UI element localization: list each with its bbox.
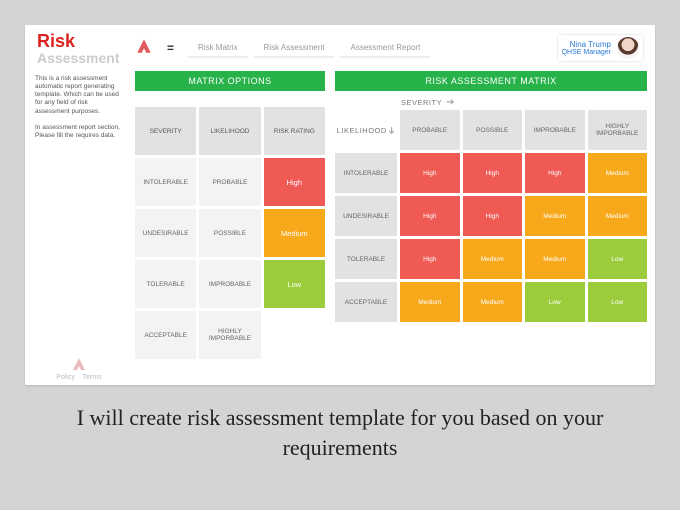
opt-hdr-likelihood: LIKELIHOOD <box>199 107 260 155</box>
gig-caption: I will create risk assessment template f… <box>25 403 655 462</box>
user-role: QHSE Manager <box>562 49 611 56</box>
opt-sev-0: INTOLERABLE <box>135 158 196 206</box>
tab-assessment-report[interactable]: Assessment Report <box>340 39 430 58</box>
user-name: Nina Trump <box>562 40 611 49</box>
user-box[interactable]: Nina Trump QHSE Manager <box>558 35 643 61</box>
opt-rating-2: Low <box>264 260 325 308</box>
matrix-grid: LIKELIHOOD ➔ PROBABLE POSSIBLE IMPROBABL… <box>335 110 647 322</box>
mat-3-3: Low <box>588 282 648 322</box>
mat-2-2: Medium <box>525 239 585 279</box>
left-sidebar: This is a risk assessment automatic repo… <box>33 71 125 385</box>
mat-1-3: Medium <box>588 196 648 236</box>
sidebar-footer: Policy Terms <box>35 356 123 381</box>
opt-lik-3: HIGHLY IMPORBABLE <box>199 311 260 359</box>
mat-col-1: POSSIBLE <box>463 110 523 150</box>
mat-3-2: Low <box>525 282 585 322</box>
severity-axis-label: SEVERITY <box>401 98 442 107</box>
arrow-right-icon: ➔ <box>446 97 454 108</box>
opt-lik-1: POSSIBLE <box>199 209 260 257</box>
opt-lik-0: PROBABLE <box>199 158 260 206</box>
footer-link-policy[interactable]: Policy <box>56 374 75 381</box>
arrow-down-icon: ➔ <box>386 126 397 134</box>
body: This is a risk assessment automatic repo… <box>33 71 647 385</box>
user-text: Nina Trump QHSE Manager <box>562 40 611 56</box>
likelihood-axis-label: LIKELIHOOD <box>337 126 387 135</box>
app-card: Risk Assessment = Risk Matrix Risk Asses… <box>25 25 655 385</box>
mat-3-1: Medium <box>463 282 523 322</box>
opt-sev-3: ACCEPTABLE <box>135 311 196 359</box>
brand-text: Risk Assessment <box>37 31 129 66</box>
opt-rating-1: Medium <box>264 209 325 257</box>
opt-lik-2: IMPROBABLE <box>199 260 260 308</box>
mat-0-3: Medium <box>588 153 648 193</box>
opt-sev-2: TOLERABLE <box>135 260 196 308</box>
matrix-corner: LIKELIHOOD ➔ <box>335 110 397 150</box>
risk-matrix-panel: RISK ASSESSMENT MATRIX SEVERITY ➔ LIKELI… <box>335 71 647 385</box>
severity-axis: SEVERITY ➔ <box>335 97 647 108</box>
mat-3-0: Medium <box>400 282 460 322</box>
mat-0-1: High <box>463 153 523 193</box>
mat-1-2: Medium <box>525 196 585 236</box>
brand-line-2: Assessment <box>37 50 129 66</box>
opt-sev-1: UNDESIRABLE <box>135 209 196 257</box>
mat-1-1: High <box>463 196 523 236</box>
mat-col-3: HIGHLY IMPORBABLE <box>588 110 648 150</box>
brand-icon <box>135 37 153 60</box>
opt-hdr-rating: RISK RATING <box>264 107 325 155</box>
tab-bar: Risk Matrix Risk Assessment Assessment R… <box>188 39 430 58</box>
tab-risk-matrix[interactable]: Risk Matrix <box>188 39 248 58</box>
matrix-title: RISK ASSESSMENT MATRIX <box>335 71 647 91</box>
mat-row-0: INTOLERABLE <box>335 153 397 193</box>
brand-line-1: Risk <box>37 31 75 51</box>
options-title: MATRIX OPTIONS <box>135 71 325 91</box>
intro-text-2: In assessment report section, Please fil… <box>35 124 123 140</box>
mat-2-0: High <box>400 239 460 279</box>
mat-row-2: TOLERABLE <box>335 239 397 279</box>
tab-risk-assessment[interactable]: Risk Assessment <box>254 39 335 58</box>
mat-col-0: PROBABLE <box>400 110 460 150</box>
mat-0-0: High <box>400 153 460 193</box>
footer-brand-icon <box>35 356 123 372</box>
mat-col-2: IMPROBABLE <box>525 110 585 150</box>
matrix-options-panel: MATRIX OPTIONS SEVERITY LIKELIHOOD RISK … <box>135 71 325 385</box>
opt-hdr-severity: SEVERITY <box>135 107 196 155</box>
mat-0-2: High <box>525 153 585 193</box>
mat-2-3: Low <box>588 239 648 279</box>
opt-rating-3 <box>264 311 325 359</box>
opt-rating-0: High <box>264 158 325 206</box>
mat-2-1: Medium <box>463 239 523 279</box>
hamburger-icon[interactable]: = <box>167 41 174 55</box>
options-grid: SEVERITY LIKELIHOOD RISK RATING INTOLERA… <box>135 107 325 359</box>
footer-link-terms[interactable]: Terms <box>83 374 102 381</box>
mat-row-3: ACCEPTABLE <box>335 282 397 322</box>
mat-row-1: UNDESIRABLE <box>335 196 397 236</box>
intro-text-1: This is a risk assessment automatic repo… <box>35 75 123 116</box>
top-bar: Risk Assessment = Risk Matrix Risk Asses… <box>33 33 647 63</box>
mat-1-0: High <box>400 196 460 236</box>
avatar <box>617 37 639 59</box>
